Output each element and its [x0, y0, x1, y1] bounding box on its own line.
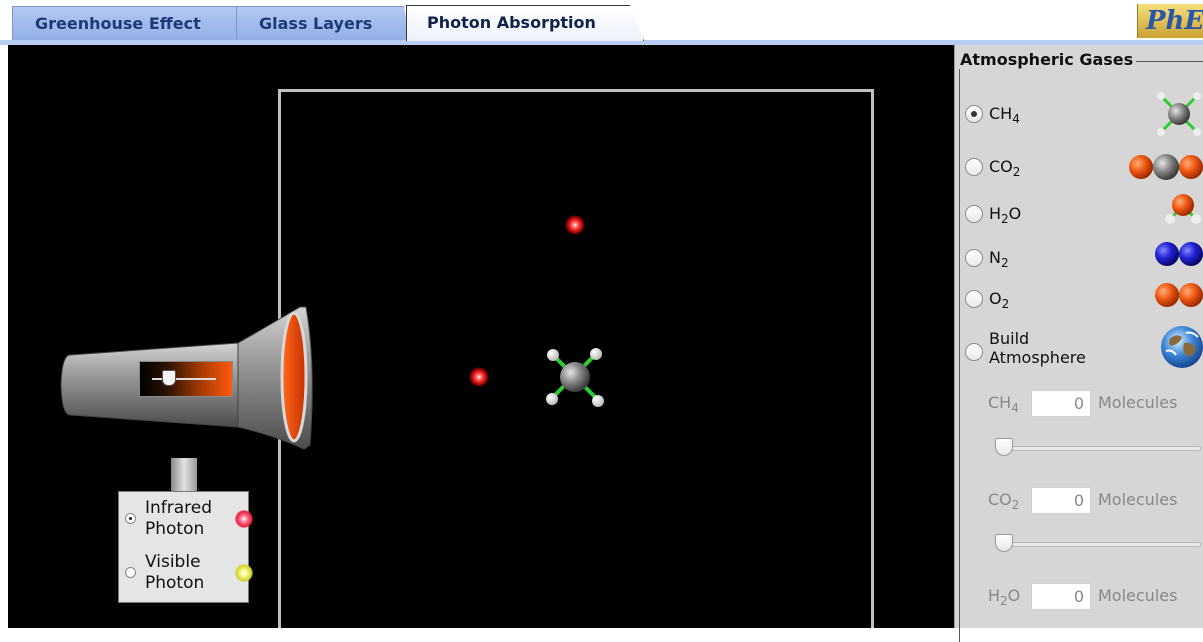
gas-radio-ch4[interactable]	[965, 105, 983, 123]
slider-track	[995, 446, 1201, 451]
gas-label-h2o: H2O	[989, 204, 1022, 226]
ch4-count-field[interactable]: 0	[1031, 390, 1091, 417]
h2o-count-field[interactable]: 0	[1031, 583, 1091, 610]
methane-icon	[1157, 92, 1201, 136]
gas-label-o2: O2	[989, 289, 1010, 311]
gas-radio-h2o[interactable]	[965, 205, 983, 223]
play-area: Infrared Photon Visible Photon	[8, 45, 954, 628]
gas-radio-n2[interactable]	[965, 249, 983, 267]
earth-icon	[1161, 326, 1203, 368]
h2o-count-label: H2O	[988, 586, 1021, 608]
gas-label-ch4: CH4	[989, 104, 1020, 126]
slider-thumb[interactable]	[995, 534, 1013, 552]
gas-label-build-atmosphere: Build Atmosphere	[989, 329, 1086, 367]
infrared-photon	[565, 215, 585, 235]
tab-glass-layers[interactable]: Glass Layers	[236, 6, 410, 40]
co2-count-slider[interactable]	[995, 534, 1201, 554]
visible-radio[interactable]	[125, 567, 136, 578]
phet-logo[interactable]: PhET	[1137, 4, 1203, 38]
oxygen-icon	[1155, 283, 1203, 307]
tab-bar: Greenhouse Effect Glass Layers Photon Ab…	[0, 0, 1203, 45]
gas-radio-o2[interactable]	[965, 290, 983, 308]
ch4-count-slider[interactable]	[995, 438, 1201, 458]
slider-track	[995, 542, 1201, 547]
tab-greenhouse-effect[interactable]: Greenhouse Effect	[12, 6, 244, 40]
visible-photon-icon	[235, 564, 253, 582]
infrared-photon-icon	[235, 510, 253, 528]
gas-radio-co2[interactable]	[965, 158, 983, 176]
visible-label: Visible Photon	[145, 552, 205, 593]
tab-photon-absorption[interactable]: Photon Absorption	[406, 5, 644, 41]
emitter-intensity-slider[interactable]	[139, 361, 233, 397]
slider-thumb[interactable]	[162, 370, 176, 386]
gas-label-co2: CO2	[989, 157, 1021, 179]
nitrogen-icon	[1155, 242, 1203, 266]
infrared-radio[interactable]	[125, 513, 136, 524]
water-icon	[1165, 194, 1201, 224]
infrared-photon	[469, 367, 489, 387]
photon-type-selector: Infrared Photon Visible Photon	[118, 491, 253, 603]
h2o-count-unit: Molecules	[1098, 586, 1178, 605]
carbon-dioxide-icon	[1129, 154, 1203, 180]
methane-molecule	[546, 348, 604, 407]
panel-title: Atmospheric Gases	[957, 50, 1137, 69]
ch4-count-unit: Molecules	[1098, 393, 1178, 412]
gas-label-n2: N2	[989, 248, 1009, 270]
gas-radio-build-atmosphere[interactable]	[965, 343, 983, 361]
ch4-count-label: CH4	[988, 393, 1019, 415]
co2-count-field[interactable]: 0	[1031, 487, 1091, 514]
slider-thumb[interactable]	[995, 438, 1013, 456]
control-panel: Atmospheric Gases CH4 CO2 H2O N2 O2 Buil…	[954, 45, 1203, 642]
infrared-label: Infrared Photon	[145, 498, 213, 539]
co2-count-label: CO2	[988, 490, 1020, 512]
co2-count-unit: Molecules	[1098, 490, 1178, 509]
